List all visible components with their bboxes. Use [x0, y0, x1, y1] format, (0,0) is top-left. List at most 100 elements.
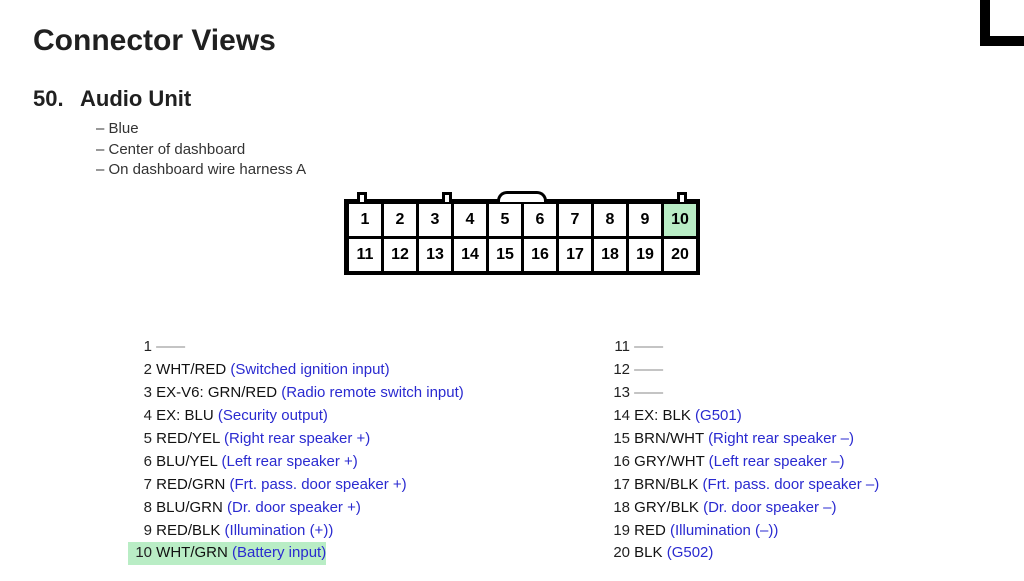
wire-color: EX: BLK — [634, 407, 695, 424]
pinout-row: 17 BRN/BLK (Frt. pass. door speaker –) — [606, 474, 986, 497]
pinout-line-7: 7 RED/GRN (Frt. pass. door speaker +) — [128, 476, 407, 493]
wire-color: EX-V6: GRN/RED — [156, 384, 281, 401]
pin-number: 10 — [128, 542, 152, 565]
pin-1: 1 — [347, 202, 383, 238]
wire-color: GRY/BLK — [634, 499, 703, 516]
pinout-row: 11 —— — [606, 336, 986, 359]
pin-16: 16 — [522, 237, 558, 273]
pin-14: 14 — [452, 237, 488, 273]
pin-function: (Battery input) — [232, 544, 326, 561]
pin-number: 16 — [606, 451, 630, 474]
desc-line: – On dashboard wire harness A — [96, 160, 306, 181]
pin-number: 18 — [606, 497, 630, 520]
pin-18: 18 — [592, 237, 628, 273]
pinout-row: 2 WHT/RED (Switched ignition input) — [128, 359, 606, 382]
pin-9: 9 — [627, 202, 663, 238]
connector-description: – Blue – Center of dashboard – On dashbo… — [96, 119, 306, 181]
pin-19: 19 — [627, 237, 663, 273]
pinout-line-12: 12 —— — [606, 361, 662, 378]
pin-empty-dash: —— — [634, 384, 662, 401]
pinout-line-6: 6 BLU/YEL (Left rear speaker +) — [128, 453, 358, 470]
wire-color: RED/BLK — [156, 522, 224, 539]
pin-function: (Security output) — [218, 407, 328, 424]
pin-function: (Left rear speaker +) — [221, 453, 357, 470]
pin-number: 13 — [606, 382, 630, 405]
pin-function: (G502) — [667, 544, 714, 561]
pinout-line-17: 17 BRN/BLK (Frt. pass. door speaker –) — [606, 476, 879, 493]
pin-4: 4 — [452, 202, 488, 238]
pin-number: 19 — [606, 520, 630, 543]
pin-number: 17 — [606, 474, 630, 497]
pin-number: 11 — [606, 336, 630, 359]
pinout-column-right: 11 ——12 ——13 ——14 EX: BLK (G501)15 BRN/W… — [606, 336, 986, 565]
pin-number: 8 — [128, 497, 152, 520]
section-title: Audio Unit — [80, 86, 191, 112]
pin-12: 12 — [382, 237, 418, 273]
pinout-line-5: 5 RED/YEL (Right rear speaker +) — [128, 430, 370, 447]
pin-number: 2 — [128, 359, 152, 382]
pin-row-bottom: 11121314151617181920 — [347, 237, 697, 272]
pinout-row: 14 EX: BLK (G501) — [606, 405, 986, 428]
pinout-line-16: 16 GRY/WHT (Left rear speaker –) — [606, 453, 845, 470]
pin-number: 12 — [606, 359, 630, 382]
pinout-line-13: 13 —— — [606, 384, 662, 401]
pinout-line-18: 18 GRY/BLK (Dr. door speaker –) — [606, 499, 836, 516]
pinout-line-8: 8 BLU/GRN (Dr. door speaker +) — [128, 499, 361, 516]
connector-key — [677, 192, 687, 202]
pin-function: (Dr. door speaker +) — [227, 499, 361, 516]
wire-color: WHT/RED — [156, 361, 230, 378]
connector-body: 12345678910 11121314151617181920 — [344, 199, 700, 275]
pin-number: 15 — [606, 428, 630, 451]
pinout-row: 15 BRN/WHT (Right rear speaker –) — [606, 428, 986, 451]
pin-3: 3 — [417, 202, 453, 238]
pin-empty-dash: —— — [634, 361, 662, 378]
pinout-line-10: 10 WHT/GRN (Battery input) — [128, 542, 326, 565]
pinout-row: 9 RED/BLK (Illumination (+)) — [128, 520, 606, 543]
pin-7: 7 — [557, 202, 593, 238]
pin-function: (Illumination (+)) — [225, 522, 334, 539]
desc-line: – Blue — [96, 119, 306, 140]
pin-17: 17 — [557, 237, 593, 273]
pin-number: 14 — [606, 405, 630, 428]
pin-2: 2 — [382, 202, 418, 238]
pinout-row: 10 WHT/GRN (Battery input) — [128, 542, 606, 565]
pin-function: (Switched ignition input) — [230, 361, 389, 378]
pin-function: (G501) — [695, 407, 742, 424]
wire-color: BLU/YEL — [156, 453, 221, 470]
pinout-row: 1 —— — [128, 336, 606, 359]
pinout-row: 7 RED/GRN (Frt. pass. door speaker +) — [128, 474, 606, 497]
pin-number: 5 — [128, 428, 152, 451]
wire-color: BLK — [634, 544, 667, 561]
wire-color: GRY/WHT — [634, 453, 708, 470]
pinout-row: 20 BLK (G502) — [606, 542, 986, 565]
page-corner-marker — [980, 0, 1024, 46]
pinout-line-11: 11 —— — [606, 338, 662, 355]
pin-number: 1 — [128, 336, 152, 359]
pinout-line-19: 19 RED (Illumination (–)) — [606, 522, 778, 539]
pinout-line-4: 4 EX: BLU (Security output) — [128, 407, 328, 424]
wire-color: WHT/GRN — [156, 544, 232, 561]
connector-key — [442, 192, 452, 202]
pin-8: 8 — [592, 202, 628, 238]
pinout-row: 4 EX: BLU (Security output) — [128, 405, 606, 428]
pinout-row: 16 GRY/WHT (Left rear speaker –) — [606, 451, 986, 474]
pinout-line-3: 3 EX-V6: GRN/RED (Radio remote switch in… — [128, 384, 464, 401]
pin-10: 10 — [662, 202, 698, 238]
pin-number: 6 — [128, 451, 152, 474]
section-number: 50. — [33, 86, 64, 112]
pin-function: (Left rear speaker –) — [709, 453, 845, 470]
pin-row-top: 12345678910 — [347, 202, 697, 237]
pin-function: (Radio remote switch input) — [281, 384, 464, 401]
page-title: Connector Views — [33, 24, 276, 58]
wire-color: BRN/WHT — [634, 430, 708, 447]
pin-15: 15 — [487, 237, 523, 273]
pin-function: (Dr. door speaker –) — [703, 499, 836, 516]
pin-number: 20 — [606, 542, 630, 565]
pinout-row: 18 GRY/BLK (Dr. door speaker –) — [606, 497, 986, 520]
pin-20: 20 — [662, 237, 698, 273]
pin-number: 3 — [128, 382, 152, 405]
pinout-column-left: 1 ——2 WHT/RED (Switched ignition input)3… — [128, 336, 606, 565]
pin-6: 6 — [522, 202, 558, 238]
pinout-line-15: 15 BRN/WHT (Right rear speaker –) — [606, 430, 854, 447]
connector-key — [357, 192, 367, 202]
